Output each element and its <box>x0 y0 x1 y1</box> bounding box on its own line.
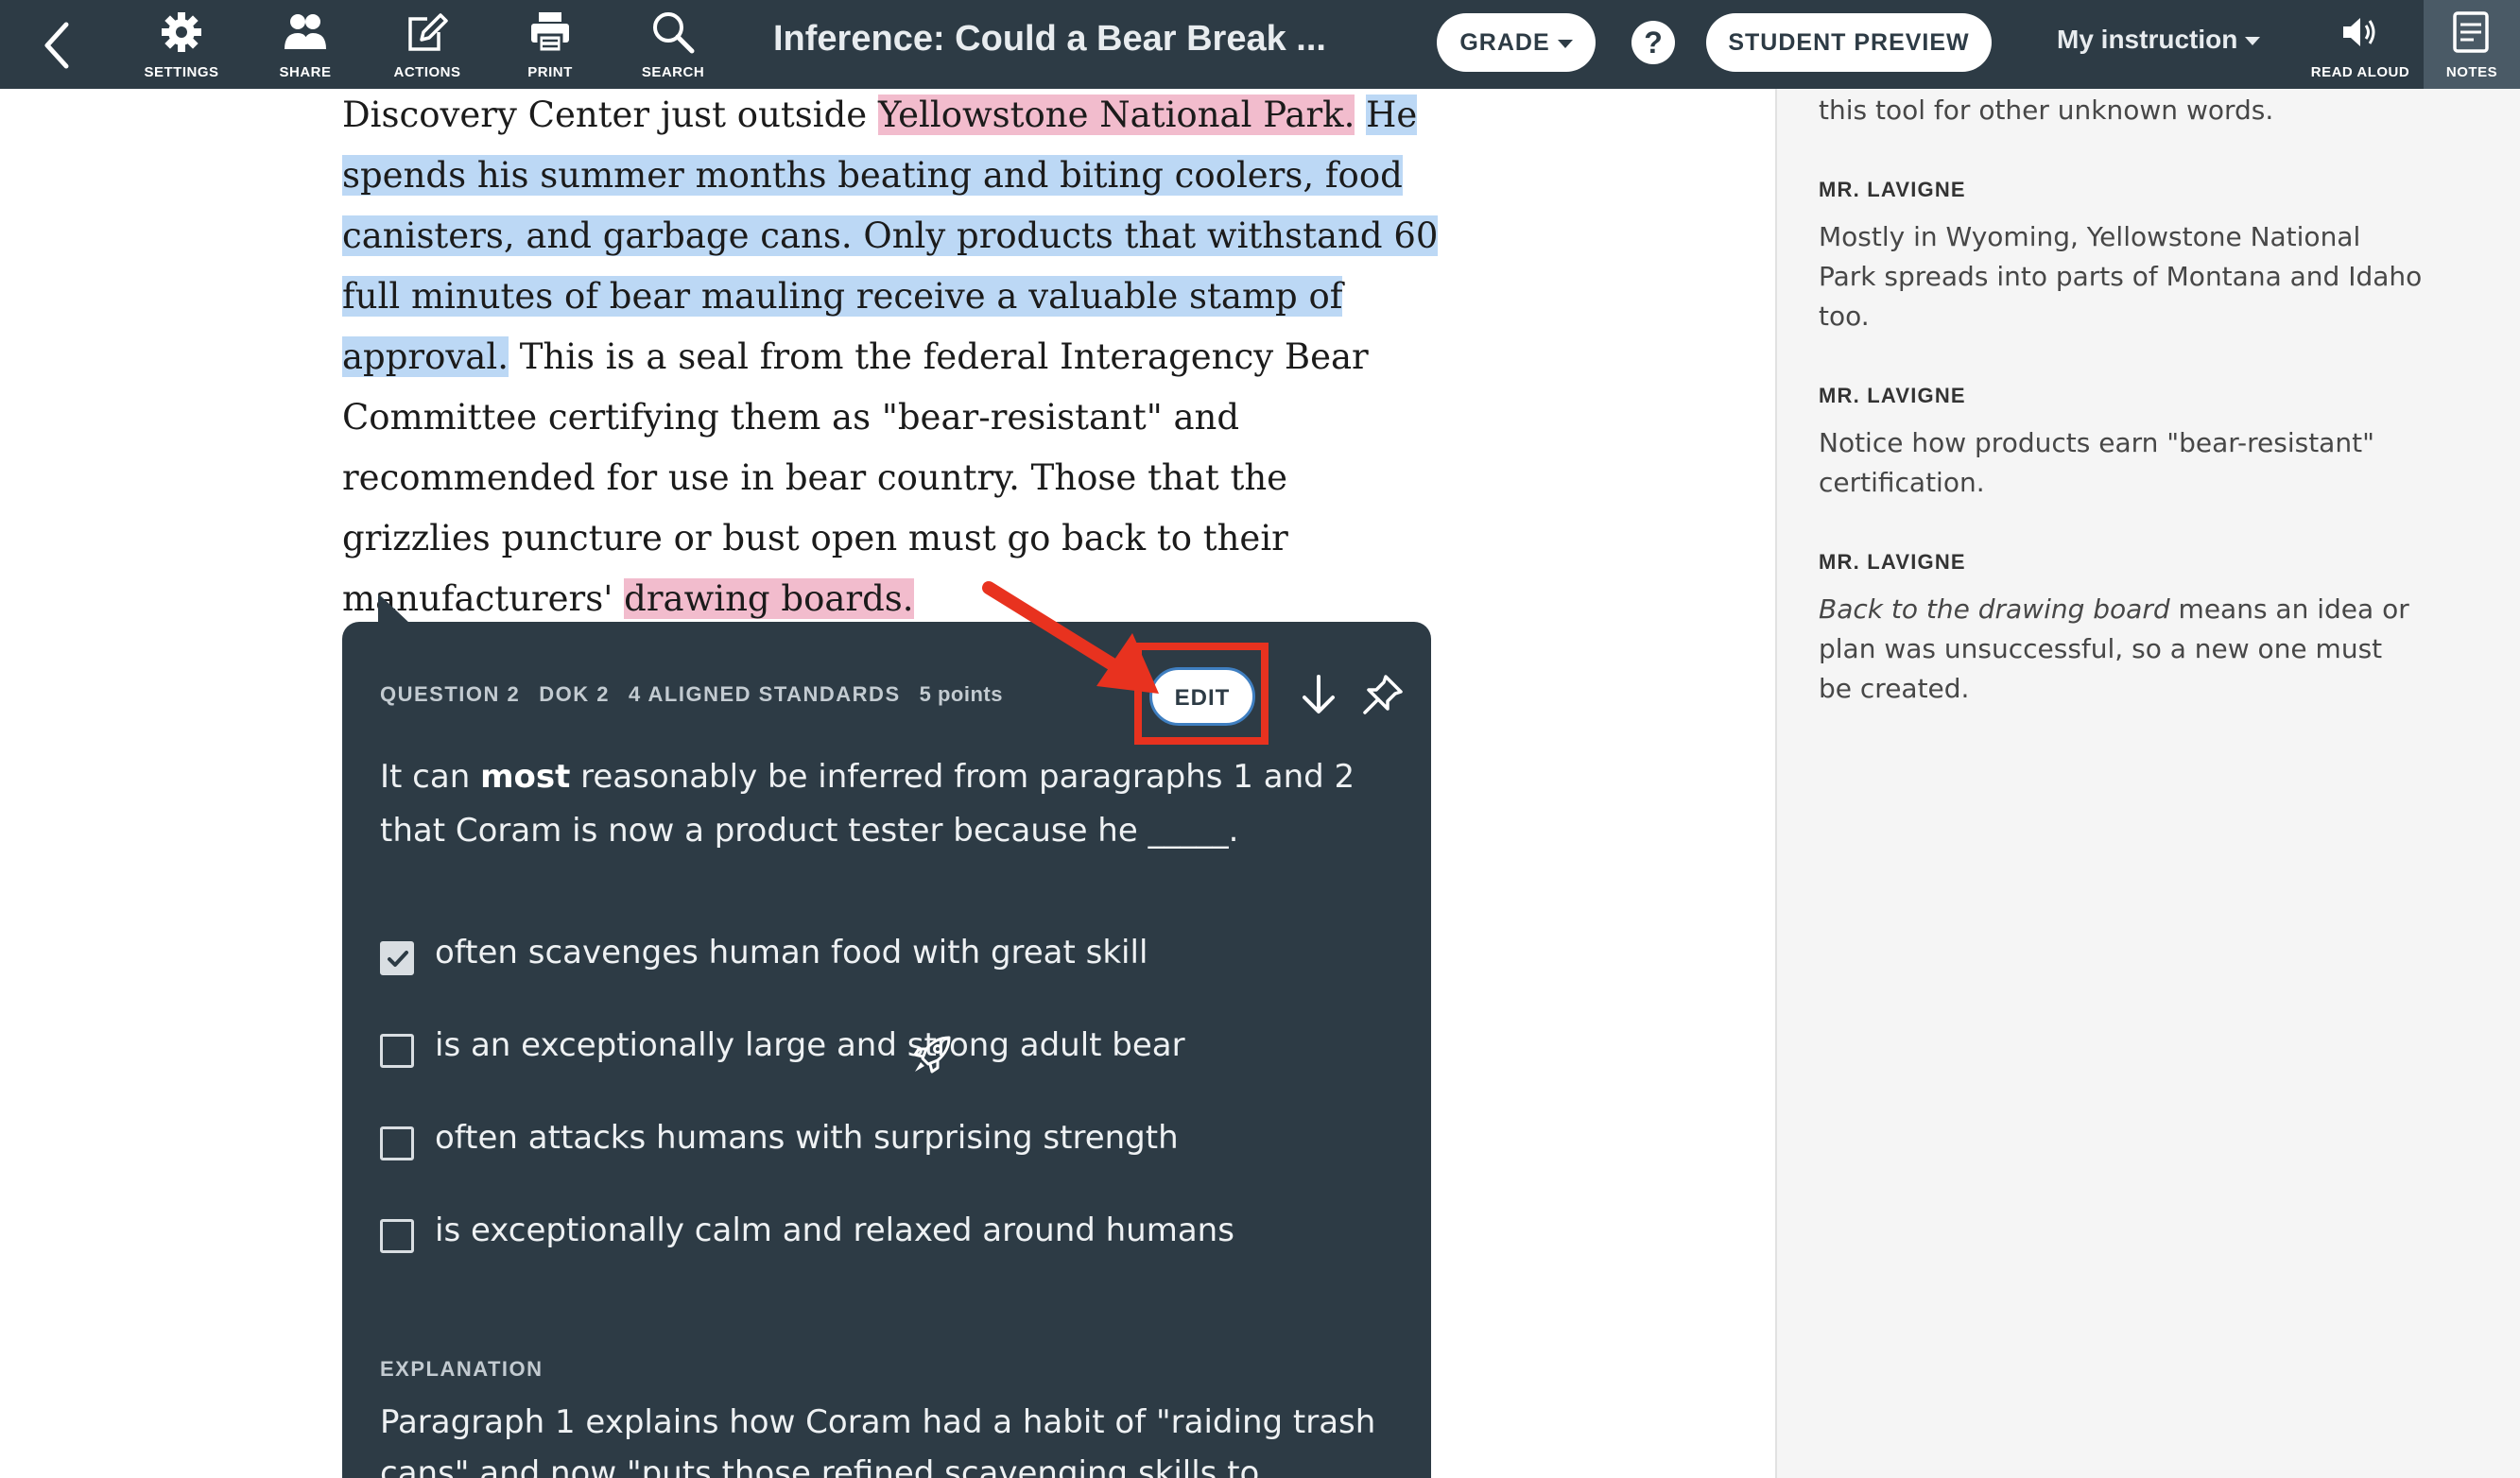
note-item: this tool for other unknown words. <box>1819 91 2424 130</box>
grade-dropdown[interactable]: GRADE <box>1437 13 1596 72</box>
reading-passage: Discovery Center just outside Yellowston… <box>342 85 1439 629</box>
arrow-down-icon <box>1303 675 1335 713</box>
pin-icon <box>1363 675 1403 714</box>
checkbox-checked[interactable] <box>380 941 414 975</box>
passage-text: This is a seal from the federal Interage… <box>342 336 1369 619</box>
notes-label: NOTES <box>2445 64 2498 80</box>
aligned-standards[interactable]: 4 ALIGNED STANDARDS <box>629 682 901 706</box>
prompt-text: It can <box>380 758 481 796</box>
document-title: Inference: Could a Bear Break ... <box>773 19 1326 59</box>
users-icon <box>285 14 326 49</box>
download-button[interactable] <box>1295 671 1342 718</box>
note-text: Back to the drawing board means an idea … <box>1819 590 2424 709</box>
note-text: this tool for other unknown words. <box>1819 95 2274 126</box>
highlight-pink[interactable]: Yellowstone National Park. <box>877 95 1355 135</box>
chevron-left-icon <box>44 22 69 69</box>
student-preview-button[interactable]: STUDENT PREVIEW <box>1706 13 1992 72</box>
choice-text: often attacks humans with surprising str… <box>435 1119 1179 1157</box>
printer-icon <box>531 12 569 54</box>
settings-label: SETTINGS <box>144 64 219 80</box>
speaker-icon <box>2343 18 2375 46</box>
checkbox[interactable] <box>380 1034 414 1068</box>
notes-icon <box>2453 11 2489 53</box>
gear-icon <box>162 12 201 52</box>
top-toolbar: SETTINGS SHARE ACTIONS PRINT SEARCH Infe… <box>0 0 2520 89</box>
pin-button[interactable] <box>1359 671 1407 718</box>
help-button[interactable]: ? <box>1631 21 1675 64</box>
note-item[interactable]: MR. LAVIGNE Mostly in Wyoming, Yellowsto… <box>1819 178 2424 336</box>
question-card: QUESTION 2 DOK 24 ALIGNED STANDARDS 5 poin… <box>342 622 1431 1478</box>
checkbox[interactable] <box>380 1126 414 1160</box>
note-author: MR. LAVIGNE <box>1819 178 1966 201</box>
note-author: MR. LAVIGNE <box>1819 550 1966 574</box>
instruction-dropdown[interactable]: My instruction <box>2057 25 2261 55</box>
share-button[interactable]: SHARE <box>265 6 346 85</box>
actions-button[interactable]: ACTIONS <box>384 6 471 85</box>
card-pointer <box>378 593 410 624</box>
grade-label: GRADE <box>1459 29 1550 56</box>
print-button[interactable]: PRINT <box>514 6 586 85</box>
choice-text: is an exceptionally large and strong adu… <box>435 1026 1185 1064</box>
share-label: SHARE <box>279 64 332 80</box>
note-text: Mostly in Wyoming, Yellowstone National … <box>1819 221 2423 332</box>
dok-level: DOK 2 <box>539 682 610 706</box>
question-number: QUESTION 2 <box>380 682 521 706</box>
choice-text: is exceptionally calm and relaxed around… <box>435 1212 1234 1249</box>
print-label: PRINT <box>527 64 573 80</box>
settings-button[interactable]: SETTINGS <box>138 6 225 85</box>
edit-icon <box>408 13 448 51</box>
check-icon <box>388 951 408 967</box>
note-author: MR. LAVIGNE <box>1819 384 1966 407</box>
note-item[interactable]: MR. LAVIGNE Back to the drawing board me… <box>1819 550 2424 709</box>
passage-text <box>1355 95 1366 135</box>
notes-button[interactable]: NOTES <box>2424 0 2520 89</box>
notes-panel: this tool for other unknown words. MR. L… <box>1775 89 2520 1478</box>
caret-down-icon <box>2245 37 2261 46</box>
instruction-label: My instruction <box>2057 25 2238 54</box>
prompt-emphasis: most <box>480 758 571 796</box>
choice-text: often scavenges human food with great sk… <box>435 934 1148 971</box>
checkbox[interactable] <box>380 1219 414 1253</box>
highlight-pink[interactable]: drawing boards. <box>624 578 914 619</box>
rocket-icon <box>911 1032 955 1075</box>
explanation-text: Paragraph 1 explains how Coram had a hab… <box>380 1403 1376 1478</box>
notes-tool: NOTES <box>2424 6 2520 85</box>
search-icon <box>653 12 695 54</box>
highlight-blue[interactable]: He spends his summer months beating and … <box>342 95 1439 377</box>
back-button[interactable] <box>32 17 89 74</box>
search-button[interactable]: SEARCH <box>631 6 715 85</box>
red-arrow-icon <box>982 581 1159 694</box>
question-prompt: It can most reasonably be inferred from … <box>380 750 1382 858</box>
read-aloud-label: READ ALOUD <box>2310 64 2410 80</box>
note-italic: Back to the drawing board <box>1819 593 2170 625</box>
move-down-button[interactable] <box>881 671 928 718</box>
note-text: Notice how products earn "bear-resistant… <box>1819 427 2374 498</box>
read-aloud-button[interactable]: READ ALOUD <box>2303 6 2418 85</box>
search-label: SEARCH <box>641 64 705 80</box>
actions-label: ACTIONS <box>393 64 461 80</box>
passage-text: Discovery Center just outside <box>342 95 878 135</box>
note-item[interactable]: MR. LAVIGNE Notice how products earn "be… <box>1819 384 2424 503</box>
caret-down-icon <box>1557 39 1573 48</box>
explanation-heading: EXPLANATION <box>380 1357 544 1381</box>
